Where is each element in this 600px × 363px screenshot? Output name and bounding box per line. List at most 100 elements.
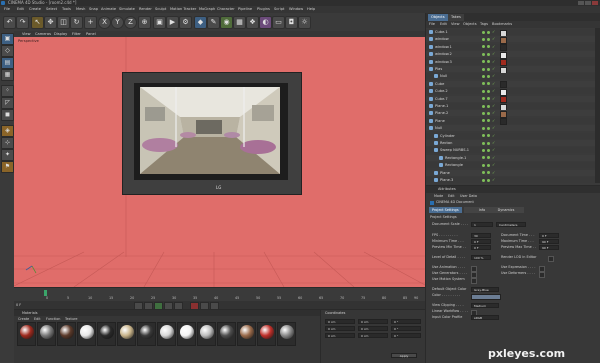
preview-min-time-field[interactable]: 0 F <box>471 245 491 250</box>
attribute-menu-mode[interactable]: Mode <box>434 194 443 199</box>
position-z-field[interactable]: 0 cm <box>325 333 355 338</box>
editor-visibility-dot[interactable] <box>482 104 485 108</box>
material-swatch[interactable] <box>37 322 56 346</box>
maximum-time-field[interactable]: 90 F <box>539 239 559 244</box>
object-row[interactable]: window.1 ✓ <box>426 43 600 52</box>
scale-icon[interactable]: ◫ <box>57 16 70 29</box>
enabled-check-icon[interactable]: ✓ <box>492 133 496 138</box>
object-menu-file[interactable]: File <box>429 21 435 28</box>
workplane-icon[interactable]: ▦ <box>1 69 14 81</box>
editor-visibility-dot[interactable] <box>482 60 485 64</box>
object-row[interactable]: Rectan ✓ <box>426 140 600 146</box>
editor-visibility-dot[interactable] <box>482 171 485 175</box>
snap-icon[interactable]: ⚑ <box>1 161 14 173</box>
minimize-button[interactable] <box>578 1 584 5</box>
menu-select[interactable]: Select <box>46 6 57 13</box>
editor-visibility-dot[interactable] <box>482 30 485 34</box>
object-row[interactable]: Plane.3 ✓ <box>426 177 600 183</box>
render-visibility-dot[interactable] <box>487 97 490 101</box>
editor-visibility-dot[interactable] <box>482 37 485 41</box>
tab-project-settings[interactable]: Project Settings <box>429 207 462 213</box>
material-swatch[interactable] <box>177 322 196 346</box>
menu-mograph[interactable]: MoGraph <box>199 6 215 13</box>
tab-dynamics[interactable]: Dynamics <box>488 207 524 213</box>
enabled-check-icon[interactable]: ✓ <box>492 104 496 108</box>
editor-visibility-dot[interactable] <box>482 52 485 56</box>
menu-file[interactable]: File <box>4 6 10 13</box>
enabled-check-icon[interactable]: ✓ <box>492 163 496 167</box>
enabled-check-icon[interactable]: ✓ <box>492 141 496 145</box>
light-icon[interactable]: ☼ <box>298 16 311 29</box>
maximize-button[interactable] <box>585 1 591 5</box>
editor-visibility-dot[interactable] <box>482 178 485 182</box>
render-visibility-dot[interactable] <box>487 60 490 64</box>
editor-visibility-dot[interactable] <box>482 134 485 138</box>
enabled-check-icon[interactable]: ✓ <box>492 118 496 123</box>
object-menu-view[interactable]: View <box>451 21 460 28</box>
model-mode-icon[interactable]: ◇ <box>1 45 14 57</box>
render-visibility-dot[interactable] <box>487 126 490 130</box>
level-of-detail-field[interactable]: 100 % <box>471 255 491 260</box>
editor-visibility-dot[interactable] <box>482 126 485 130</box>
object-row[interactable]: Rectangle ✓ <box>426 162 600 169</box>
attribute-menu-user-data[interactable]: User Data <box>460 194 477 199</box>
render-visibility-dot[interactable] <box>487 104 490 108</box>
editor-visibility-dot[interactable] <box>482 89 485 93</box>
rotate-icon[interactable]: ↻ <box>70 16 83 29</box>
y-axis-icon[interactable]: Y <box>111 16 124 29</box>
render-visibility-dot[interactable] <box>487 37 490 41</box>
uv-mode-icon[interactable]: ◈ <box>1 125 14 137</box>
cube-icon[interactable]: ◆ <box>194 16 207 29</box>
render-visibility-dot[interactable] <box>487 89 490 93</box>
render-settings-icon[interactable]: ⚙ <box>179 16 192 29</box>
size-x-field[interactable]: 0 cm <box>358 319 388 324</box>
use-motion-system-checkbox[interactable] <box>471 278 477 284</box>
menu-motion-tracker[interactable]: Motion Tracker <box>170 6 196 13</box>
object-list-scrollbar[interactable] <box>595 28 600 183</box>
menu-render[interactable]: Render <box>139 6 152 13</box>
menu-help[interactable]: Help <box>307 6 315 13</box>
cloner-icon[interactable]: ❖ <box>246 16 259 29</box>
enabled-check-icon[interactable]: ✓ <box>492 148 496 152</box>
menu-mesh[interactable]: Mesh <box>76 6 85 13</box>
menu-simulate[interactable]: Simulate <box>119 6 135 13</box>
document-scale-field[interactable]: 1 <box>471 222 493 227</box>
enabled-check-icon[interactable]: ✓ <box>492 178 496 182</box>
texture-mode-icon[interactable]: ▤ <box>1 57 14 69</box>
render-visibility-dot[interactable] <box>487 156 490 160</box>
undo-icon[interactable]: ↶ <box>3 16 16 29</box>
object-row[interactable]: Rectangle.1 ✓ <box>426 154 600 161</box>
object-row[interactable]: Plane.2 ✓ <box>426 110 600 118</box>
menu-create[interactable]: Create <box>29 6 41 13</box>
position-x-field[interactable]: 0 cm <box>325 319 355 324</box>
tweak-mode-icon[interactable]: ✦ <box>1 149 14 161</box>
material-swatch[interactable] <box>157 322 176 346</box>
enabled-check-icon[interactable]: ✓ <box>492 52 496 56</box>
object-row[interactable]: window ✓ <box>426 36 600 44</box>
editor-visibility-dot[interactable] <box>482 74 485 78</box>
rotation-p-field[interactable]: 0 ° <box>391 326 421 331</box>
material-swatch[interactable] <box>277 322 296 346</box>
input-color-profile-select[interactable]: sRGB <box>471 315 499 320</box>
object-row[interactable]: Plas ✓ <box>426 66 600 74</box>
timeline[interactable]: 0 5 10 15 20 25 30 35 40 45 50 55 60 65 … <box>14 287 425 302</box>
render-visibility-dot[interactable] <box>487 52 490 56</box>
render-visibility-dot[interactable] <box>487 148 490 152</box>
material-swatch[interactable] <box>97 322 116 346</box>
editor-visibility-dot[interactable] <box>482 82 485 86</box>
z-axis-icon[interactable]: Z <box>124 16 137 29</box>
enabled-check-icon[interactable]: ✓ <box>492 89 496 93</box>
x-axis-icon[interactable]: X <box>98 16 111 29</box>
object-row[interactable]: Cube.2 ✓ <box>426 88 600 96</box>
enabled-check-icon[interactable]: ✓ <box>492 67 496 71</box>
use-deformers-checkbox[interactable] <box>539 272 545 278</box>
menu-script[interactable]: Script <box>274 6 284 13</box>
redo-icon[interactable]: ↷ <box>16 16 29 29</box>
render-visibility-dot[interactable] <box>487 134 490 138</box>
material-swatch[interactable] <box>57 322 76 346</box>
object-row[interactable]: Cube.7 ✓ <box>426 95 600 104</box>
preview-max-time-field[interactable]: 90 F <box>539 245 559 250</box>
document-time-field[interactable]: 0 F <box>539 233 559 238</box>
tab-takes[interactable]: Takes <box>448 14 464 21</box>
add-icon[interactable]: + <box>84 16 97 29</box>
